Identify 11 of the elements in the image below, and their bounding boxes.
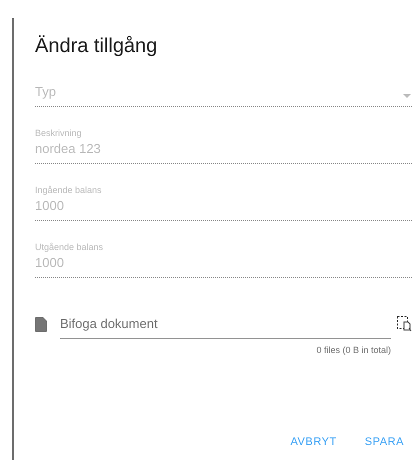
file-drop-icon[interactable] [397,316,412,332]
field-label: Ingående balans [35,184,103,196]
dropdown-caret-icon [403,94,411,98]
document-icon [35,316,47,332]
attachment-field[interactable]: Bifoga dokument [60,314,391,338]
file-summary: 0 files (0 B in total) [315,344,391,357]
field-label: Beskrivning [35,126,83,138]
dialog-title: Ändra tillgång [35,34,158,59]
save-button[interactable]: SPARA [356,428,412,456]
cancel-button[interactable]: AVBRYT [282,428,345,456]
field-label: Utgående balans [35,240,104,252]
